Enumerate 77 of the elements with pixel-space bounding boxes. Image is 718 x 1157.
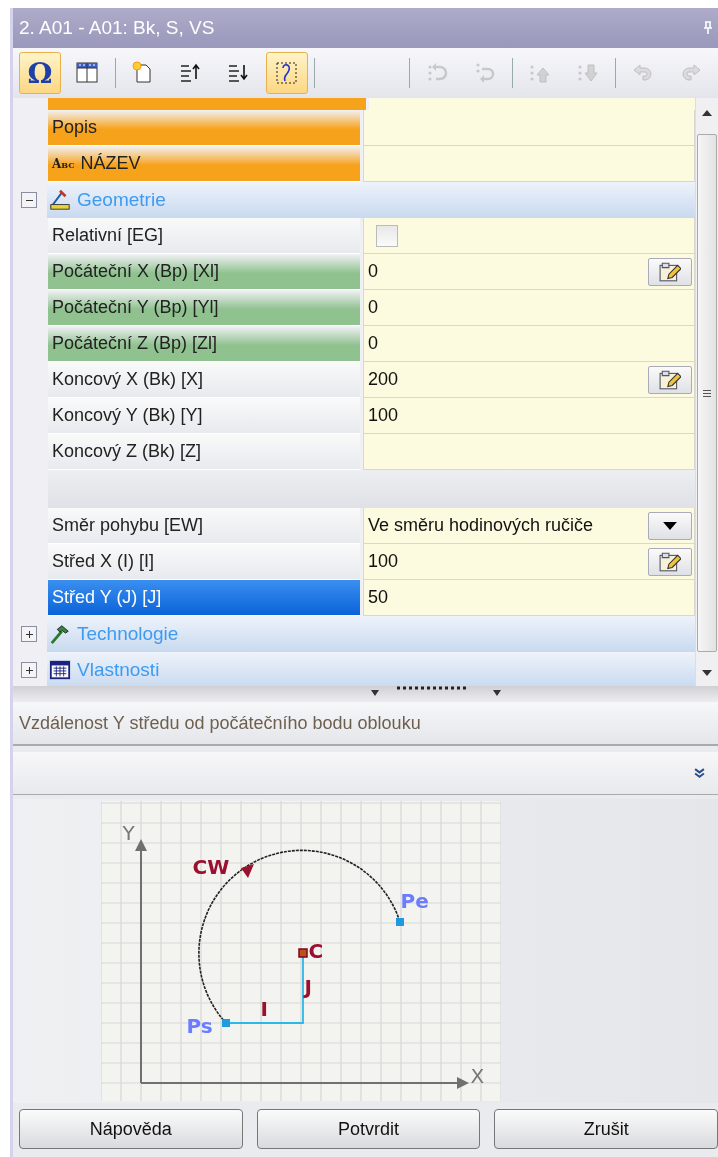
table-icon [49, 659, 71, 681]
value-field[interactable]: 0 [363, 254, 695, 290]
expand-icon[interactable] [21, 662, 37, 678]
edit-icon [659, 261, 681, 282]
scroll-down-icon[interactable] [702, 670, 712, 676]
diagram-label: X [470, 1066, 485, 1086]
property-label[interactable]: Popis [48, 110, 360, 146]
columns-icon [76, 61, 100, 85]
omega-button[interactable]: Ω [19, 52, 61, 94]
property-label[interactable]: Abc NÁZEV [48, 146, 360, 182]
diagram-label: I [260, 999, 268, 1019]
description-text: Vzdálenost Y středu od počátečního bodu oblouku [19, 712, 421, 734]
value-field[interactable]: 100 [363, 398, 695, 434]
property-label[interactable]: Počáteční X (Bp) [Xl] [48, 254, 360, 290]
property-label[interactable]: Počáteční Y (Bp) [Yl] [48, 290, 360, 326]
grip-icon [703, 389, 711, 397]
expand-icon[interactable] [21, 626, 37, 642]
collapse-icon[interactable] [21, 192, 37, 208]
diagram-label: CW [192, 857, 230, 877]
scrollbar-thumb[interactable] [697, 134, 717, 652]
center-point [297, 948, 308, 958]
start-point [221, 1019, 230, 1027]
editor-button[interactable] [648, 257, 692, 286]
scrollbar[interactable] [695, 98, 718, 686]
value-field[interactable] [363, 110, 695, 146]
checkbox[interactable] [376, 224, 398, 247]
diagram-label: Y [122, 823, 135, 843]
text-type-icon: Abc [52, 156, 75, 171]
diagram-label: Pe [400, 891, 429, 911]
value-field[interactable]: 200 [363, 362, 695, 398]
property-label[interactable]: Relativní [EG] [48, 218, 360, 254]
value-field[interactable]: 0 [363, 326, 695, 362]
field-value: 0 [368, 333, 378, 354]
splitter-handle-icon[interactable] [370, 686, 501, 698]
field-value: 200 [368, 369, 399, 390]
edit-icon [659, 551, 681, 572]
hammer-icon [49, 623, 71, 645]
property-label[interactable]: Směr pohybu [EW] [48, 508, 360, 544]
value-field[interactable]: 0 [363, 290, 695, 326]
editor-button[interactable] [648, 547, 692, 576]
dropdown-arrow-icon [663, 521, 677, 530]
field-value: 0 [368, 261, 378, 282]
property-label[interactable]: Střed Y (J) [J] [48, 580, 360, 616]
value-field[interactable]: 50 [363, 580, 695, 616]
value-field[interactable]: 100 [363, 544, 695, 580]
dialog-button[interactable]: Zrušit [494, 1109, 718, 1149]
field-value: Ve směru hodinových ručiče [368, 515, 594, 536]
diagram-label: C [308, 941, 324, 961]
scroll-up-icon[interactable] [702, 110, 712, 116]
dialog-button[interactable]: Potvrdit [256, 1109, 481, 1149]
field-value: 100 [368, 405, 399, 426]
field-value: 100 [368, 551, 399, 572]
property-label[interactable]: Koncový Z (Bk) [Z] [48, 434, 360, 470]
diagram-label: Ps [186, 1016, 213, 1036]
property-label[interactable]: Střed X (I) [I] [48, 544, 360, 580]
checkbox-cell[interactable] [363, 218, 695, 254]
diagram-label: J [304, 977, 312, 997]
dialog-button[interactable]: Nápověda [19, 1109, 243, 1149]
move-up-icon [179, 61, 203, 85]
field-value: 50 [368, 587, 389, 608]
property-name: NÁZEV [80, 153, 141, 174]
value-field[interactable] [363, 434, 695, 470]
property-label[interactable]: Počáteční Z (Bp) [Zl] [48, 326, 360, 362]
end-point [395, 918, 404, 926]
value-field[interactable] [363, 146, 695, 182]
dropdown-button[interactable] [648, 511, 692, 540]
pin-icon[interactable] [702, 21, 714, 35]
window-title: 2. A01 - A01: Bk, S, VS [19, 17, 215, 39]
editor-button[interactable] [648, 365, 692, 394]
property-label[interactable]: Koncový X (Bk) [X] [48, 362, 360, 398]
property-label[interactable]: Koncový Y (Bk) [Y] [48, 398, 360, 434]
edit-icon [659, 369, 681, 390]
curve-selection-icon [275, 61, 299, 85]
ruler-triangle-icon [49, 189, 71, 211]
dropdown-field[interactable]: Ve směru hodinových ručiče [363, 508, 695, 544]
double-chevron-icon[interactable] [694, 767, 705, 779]
field-value: 0 [368, 297, 378, 318]
